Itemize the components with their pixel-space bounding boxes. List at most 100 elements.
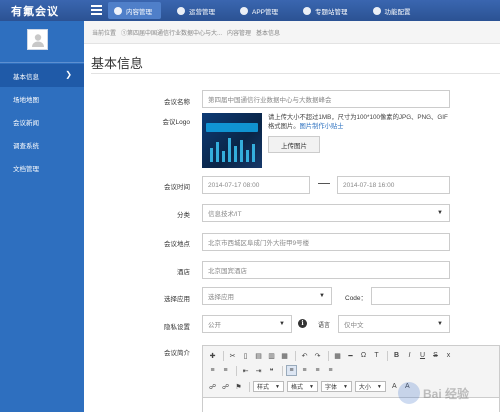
- copy-icon[interactable]: ▯: [240, 350, 251, 361]
- logo-label: 会议Logo: [162, 119, 190, 126]
- logo-bar: [222, 151, 225, 162]
- special-char-icon[interactable]: Ω: [358, 350, 369, 361]
- tab-operations[interactable]: 运营管理: [171, 2, 224, 19]
- bullet-list-icon[interactable]: ≡: [220, 365, 231, 376]
- redo-icon[interactable]: ↷: [312, 350, 323, 361]
- dropdown-caret-icon: ▼: [437, 321, 443, 327]
- bold-icon[interactable]: B: [391, 350, 402, 361]
- hotel-label: 酒店: [177, 269, 190, 276]
- clear-format-icon[interactable]: T: [371, 350, 382, 361]
- category-label: 分类: [177, 212, 190, 219]
- range-dash: [318, 183, 330, 184]
- breadcrumb-item: 基本信息: [256, 30, 281, 37]
- app-icon: [240, 6, 248, 15]
- category-select[interactable]: 信息技术/IT ▼: [202, 204, 450, 222]
- name-label: 会议名称: [164, 99, 190, 106]
- app-label: 选择应用: [164, 296, 190, 303]
- upload-image-button[interactable]: 上传图片: [268, 136, 320, 153]
- info-icon[interactable]: i: [298, 319, 307, 328]
- logo-bar: [228, 138, 231, 162]
- logo-tips-link[interactable]: 图片制作小贴士: [299, 123, 343, 130]
- paste-icon[interactable]: ▤: [253, 350, 264, 361]
- logo-bar: [252, 144, 255, 162]
- settings-icon: [372, 6, 381, 15]
- align-left-icon[interactable]: ≡: [286, 365, 297, 376]
- code-input[interactable]: [371, 287, 450, 305]
- toolbar-separator: [282, 365, 283, 376]
- unlink-icon[interactable]: ☍: [220, 381, 231, 392]
- subscript-icon[interactable]: x: [443, 350, 454, 361]
- toolbar-separator: [236, 365, 237, 376]
- toolbar-separator: [387, 350, 388, 361]
- sidebar: 基本信息 ❯ 场地地图 会议新闻 调查系统 文档管理: [0, 21, 84, 412]
- dropdown-caret-icon: ▼: [376, 383, 382, 390]
- time-label: 会议时间: [164, 184, 190, 191]
- sidebar-item-survey[interactable]: 调查系统: [0, 133, 84, 156]
- editor-toolbar-row: ✚ ✂ ▯ ▤ ▥ ▦ ↶ ↷ ▦ ━ Ω T B I U S x: [207, 349, 456, 362]
- align-center-icon[interactable]: ≡: [299, 365, 310, 376]
- privacy-select[interactable]: 公开 ▼: [202, 315, 292, 333]
- menu-toggle-icon[interactable]: [91, 5, 102, 15]
- chevron-right-icon: ❯: [65, 70, 72, 79]
- top-nav: 内容管理 运营管理 APP管理 专题站管理 功能配置: [108, 2, 430, 19]
- logo-bar: [246, 150, 249, 162]
- sidebar-item-basic-info[interactable]: 基本信息 ❯: [0, 64, 84, 87]
- outdent-icon[interactable]: ⇤: [240, 365, 251, 376]
- format-select[interactable]: 格式 ▼: [286, 381, 318, 392]
- numbered-list-icon[interactable]: ≡: [207, 365, 218, 376]
- tab-app-management[interactable]: APP管理: [234, 2, 287, 19]
- paste-text-icon[interactable]: ▥: [266, 350, 277, 361]
- code-label: Code：: [345, 295, 368, 302]
- strikethrough-icon[interactable]: S: [430, 350, 441, 361]
- underline-icon[interactable]: U: [417, 350, 428, 361]
- language-select[interactable]: 仅中文 ▼: [338, 315, 450, 333]
- tab-content-management[interactable]: 内容管理: [108, 2, 161, 19]
- operations-icon: [177, 6, 185, 15]
- align-right-icon[interactable]: ≡: [312, 365, 323, 376]
- horizontal-rule-icon[interactable]: ━: [345, 350, 356, 361]
- location-input[interactable]: 北京市西城区阜成门外大街甲9号楼: [202, 233, 450, 251]
- dropdown-caret-icon: ▼: [342, 383, 348, 390]
- page-title: 基本信息: [91, 56, 144, 71]
- size-select[interactable]: 大小 ▼: [354, 381, 386, 392]
- anchor-flag-icon[interactable]: ⚑: [233, 381, 244, 392]
- breadcrumb-item[interactable]: ①第四届中国通信行业数据中心与大...: [121, 28, 222, 37]
- sidebar-item-news[interactable]: 会议新闻: [0, 110, 84, 133]
- toolbar-separator: [295, 350, 296, 361]
- hotel-input[interactable]: 北京国宾酒店: [202, 261, 450, 279]
- app-select[interactable]: 选择应用 ▼: [202, 287, 332, 305]
- dropdown-caret-icon: ▼: [275, 383, 280, 390]
- fullscreen-icon[interactable]: ✚: [207, 350, 218, 361]
- end-time-input[interactable]: 2014-07-18 16:00: [337, 176, 450, 194]
- sidebar-menu: 基本信息 ❯ 场地地图 会议新闻 调查系统 文档管理: [0, 64, 84, 179]
- italic-icon[interactable]: I: [404, 350, 415, 361]
- avatar[interactable]: [27, 29, 48, 50]
- sidebar-item-documents[interactable]: 文档管理: [0, 156, 84, 179]
- tab-feature-config[interactable]: 功能配置: [367, 2, 420, 19]
- style-select[interactable]: 样式 ▼: [253, 381, 284, 392]
- language-label: 语言: [318, 323, 331, 329]
- cut-icon[interactable]: ✂: [227, 350, 238, 361]
- toolbar-separator: [223, 350, 224, 361]
- user-icon: [31, 33, 44, 47]
- start-time-input[interactable]: 2014-07-17 08:00: [202, 176, 310, 194]
- table-icon[interactable]: ▦: [332, 350, 343, 361]
- paste-word-icon[interactable]: ▦: [279, 350, 290, 361]
- link-icon[interactable]: ☍: [207, 381, 218, 392]
- dropdown-caret-icon: ▼: [319, 293, 325, 299]
- privacy-label: 隐私设置: [164, 324, 190, 331]
- intro-label: 会议简介: [164, 350, 190, 357]
- content-icon: [114, 6, 122, 15]
- breadcrumb-item[interactable]: 内容管理: [227, 28, 251, 37]
- blockquote-icon[interactable]: ❝: [266, 365, 277, 376]
- meeting-name-input[interactable]: 第四届中国通信行业数据中心与大数据峰会: [202, 90, 450, 108]
- align-justify-icon[interactable]: ≡: [325, 365, 336, 376]
- undo-icon[interactable]: ↶: [299, 350, 310, 361]
- font-select[interactable]: 字体 ▼: [320, 381, 352, 392]
- indent-icon[interactable]: ⇥: [253, 365, 264, 376]
- tab-topic-site[interactable]: 专题站管理: [297, 2, 357, 19]
- sidebar-divider: [0, 62, 84, 63]
- sidebar-item-venue-map[interactable]: 场地地图: [0, 87, 84, 110]
- meeting-logo-image: [202, 113, 262, 168]
- dropdown-caret-icon: ▼: [437, 210, 443, 216]
